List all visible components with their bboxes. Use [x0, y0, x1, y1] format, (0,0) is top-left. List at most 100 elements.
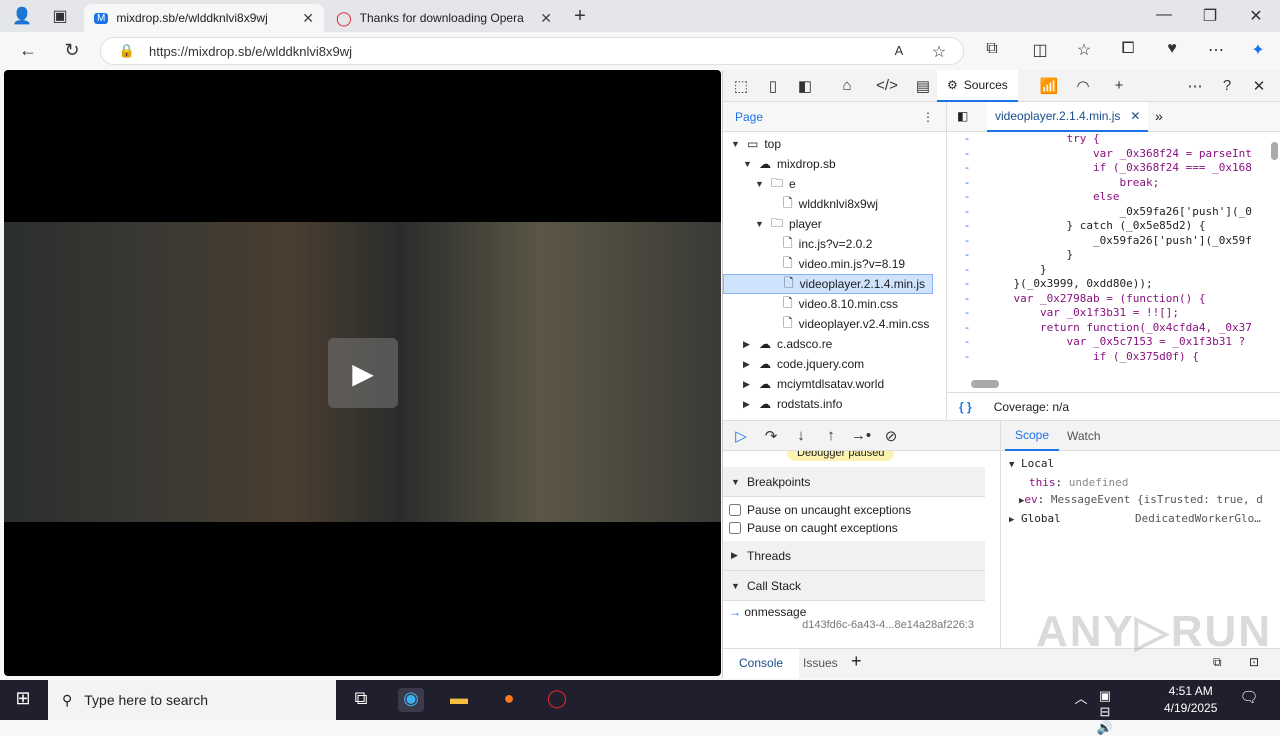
- code-line[interactable]: - _0x59fa26['push'](_0: [947, 205, 1267, 220]
- code-line[interactable]: - var _0x2798ab = (function() {: [947, 292, 1267, 307]
- tree-item[interactable]: ▼ ☁ mixdrop.sb: [723, 154, 933, 174]
- edge-icon[interactable]: ◉: [398, 688, 424, 712]
- step-into-icon[interactable]: ↓: [789, 427, 813, 444]
- code-line[interactable]: - }: [947, 248, 1267, 263]
- more-options-icon[interactable]: ⋮: [922, 110, 934, 124]
- source-code[interactable]: - try {- var _0x368f24 = parseInt - if (_…: [947, 132, 1267, 375]
- tray-icons[interactable]: ▣ ⊟ 🔊: [1092, 688, 1118, 735]
- lock-icon[interactable]: 🔒: [115, 43, 139, 59]
- vertical-scrollbar[interactable]: [1271, 142, 1278, 160]
- line-gutter[interactable]: -: [947, 190, 987, 205]
- split-screen-icon[interactable]: ◫: [1028, 40, 1052, 60]
- code-line[interactable]: - var _0x368f24 = parseInt: [947, 147, 1267, 162]
- taskbar-search[interactable]: ⚲ Type here to search: [48, 680, 336, 720]
- collapsed-arrow-icon[interactable]: ▶: [743, 359, 753, 370]
- line-gutter[interactable]: -: [947, 263, 987, 278]
- line-gutter[interactable]: -: [947, 205, 987, 220]
- close-tab-icon[interactable]: ✕: [540, 10, 552, 27]
- url-input[interactable]: 🔒 https://mixdrop.sb/e/wlddknlvi8x9wj A …: [100, 37, 964, 65]
- file-tab[interactable]: videoplayer.2.1.4.min.js ✕: [987, 102, 1149, 132]
- code-line[interactable]: - _0x59fa26['push'](_0x59f: [947, 234, 1267, 249]
- tab-sources[interactable]: ⚙ Sources: [937, 70, 1018, 102]
- tree-item[interactable]: ▼ ▭ top: [723, 134, 933, 154]
- line-gutter[interactable]: -: [947, 147, 987, 162]
- tab-issues[interactable]: Issues: [803, 649, 838, 678]
- file-explorer-icon[interactable]: ▬: [446, 688, 472, 712]
- tab-opera[interactable]: ◯ Thanks for downloading Opera ✕: [326, 4, 562, 32]
- line-gutter[interactable]: -: [947, 176, 987, 191]
- more-tools-icon[interactable]: +: [1107, 77, 1131, 94]
- restore-icon[interactable]: ❐: [1198, 6, 1222, 26]
- dock-icon[interactable]: ◧: [793, 77, 817, 95]
- collections-icon[interactable]: ⧠: [1116, 40, 1140, 58]
- pause-uncaught-checkbox[interactable]: Pause on uncaught exceptions: [723, 501, 1000, 519]
- play-button[interactable]: ▶: [328, 338, 398, 408]
- expanded-arrow-icon[interactable]: ▼: [731, 139, 741, 149]
- tree-item[interactable]: ▼ 🗀 e: [723, 174, 933, 194]
- scope-global[interactable]: ▶ Global DedicatedWorkerGlo…: [1009, 510, 1273, 529]
- elements-icon[interactable]: </>: [875, 77, 899, 94]
- new-tab-icon[interactable]: +: [568, 5, 592, 28]
- add-drawer-tab-icon[interactable]: +: [851, 651, 862, 672]
- refresh-icon[interactable]: ↻: [60, 40, 84, 61]
- performance-panel-icon[interactable]: ◠: [1071, 77, 1095, 95]
- firefox-icon[interactable]: ●: [496, 688, 522, 712]
- tree-item[interactable]: ▶ ☁ rodstats.info: [723, 394, 933, 414]
- line-gutter[interactable]: -: [947, 132, 987, 147]
- favorites-icon[interactable]: ☆: [1072, 40, 1096, 60]
- step-out-icon[interactable]: ↑: [819, 427, 843, 444]
- tree-item[interactable]: ▶ ☁ code.jquery.com: [723, 354, 933, 374]
- read-aloud-icon[interactable]: A: [887, 43, 911, 58]
- line-gutter[interactable]: -: [947, 321, 987, 336]
- tree-item[interactable]: 🗋 inc.js?v=2.0.2: [723, 234, 933, 254]
- tree-item[interactable]: 🗋 videoplayer.v2.4.min.css: [723, 314, 933, 334]
- expanded-arrow-icon[interactable]: ▼: [755, 179, 765, 189]
- code-line[interactable]: - return function(_0x4cfda4, _0x37: [947, 321, 1267, 336]
- tray-chevron-icon[interactable]: ︿: [1068, 688, 1094, 712]
- code-line[interactable]: - var _0x5c7153 = _0x1f3b31 ?: [947, 335, 1267, 350]
- more-tabs-icon[interactable]: »: [1155, 108, 1163, 124]
- close-window-icon[interactable]: ✕: [1244, 6, 1268, 26]
- call-stack-section[interactable]: ▼ Call Stack: [723, 571, 985, 601]
- tree-item[interactable]: 🗋 video.8.10.min.css: [723, 294, 933, 314]
- code-line[interactable]: - } catch (_0x5e85d2) {: [947, 219, 1267, 234]
- expanded-arrow-icon[interactable]: ▼: [755, 219, 765, 229]
- horizontal-scrollbar[interactable]: [971, 380, 999, 388]
- code-line[interactable]: - if (_0x375d0f) {: [947, 350, 1267, 365]
- collapsed-arrow-icon[interactable]: ▶: [743, 399, 753, 410]
- line-gutter[interactable]: -: [947, 335, 987, 350]
- tab-page[interactable]: Page: [735, 110, 763, 124]
- task-view-icon[interactable]: ⧉: [348, 688, 374, 712]
- call-frame[interactable]: → onmessage d143fd6c-6a43-4...8e14a28af2…: [723, 601, 1000, 635]
- code-line[interactable]: - }(_0x3999, 0xdd80e));: [947, 277, 1267, 292]
- line-gutter[interactable]: -: [947, 292, 987, 307]
- code-line[interactable]: - var _0x1f3b31 = !![];: [947, 306, 1267, 321]
- step-over-icon[interactable]: ↷: [759, 427, 783, 445]
- resume-icon[interactable]: ▷: [729, 427, 753, 445]
- line-gutter[interactable]: -: [947, 248, 987, 263]
- menu-icon[interactable]: ⋯: [1204, 40, 1228, 60]
- opera-icon[interactable]: ◯: [544, 688, 570, 712]
- line-gutter[interactable]: -: [947, 234, 987, 249]
- close-file-icon[interactable]: ✕: [1130, 109, 1140, 123]
- start-icon[interactable]: ⊞: [10, 688, 36, 712]
- tree-item[interactable]: 🗋 videoplayer.2.1.4.min.js: [723, 274, 933, 294]
- network-icon[interactable]: 📶: [1037, 77, 1061, 95]
- console-icon[interactable]: ▤: [911, 77, 935, 95]
- close-drawer-icon[interactable]: ⊡: [1249, 655, 1259, 669]
- tree-item[interactable]: ▶ ☁ c.adsco.re: [723, 334, 933, 354]
- dock-drawer-icon[interactable]: ⧉: [1213, 655, 1222, 670]
- line-gutter[interactable]: -: [947, 277, 987, 292]
- expanded-arrow-icon[interactable]: ▼: [743, 159, 753, 169]
- breakpoints-section[interactable]: ▼ Breakpoints: [723, 467, 985, 497]
- line-gutter[interactable]: -: [947, 161, 987, 176]
- close-devtools-icon[interactable]: ✕: [1247, 77, 1271, 95]
- tree-item[interactable]: ▶ ☁ mciymtdlsatav.world: [723, 374, 933, 394]
- tree-item[interactable]: 🗋 wlddknlvi8x9wj: [723, 194, 933, 214]
- minimize-icon[interactable]: —: [1152, 6, 1176, 24]
- line-gutter[interactable]: -: [947, 350, 987, 365]
- devtools-menu-icon[interactable]: ⋯: [1183, 77, 1207, 95]
- tab-watch[interactable]: Watch: [1057, 421, 1111, 451]
- inspect-icon[interactable]: ⬚: [729, 77, 753, 95]
- profile-icon[interactable]: 👤: [10, 6, 34, 26]
